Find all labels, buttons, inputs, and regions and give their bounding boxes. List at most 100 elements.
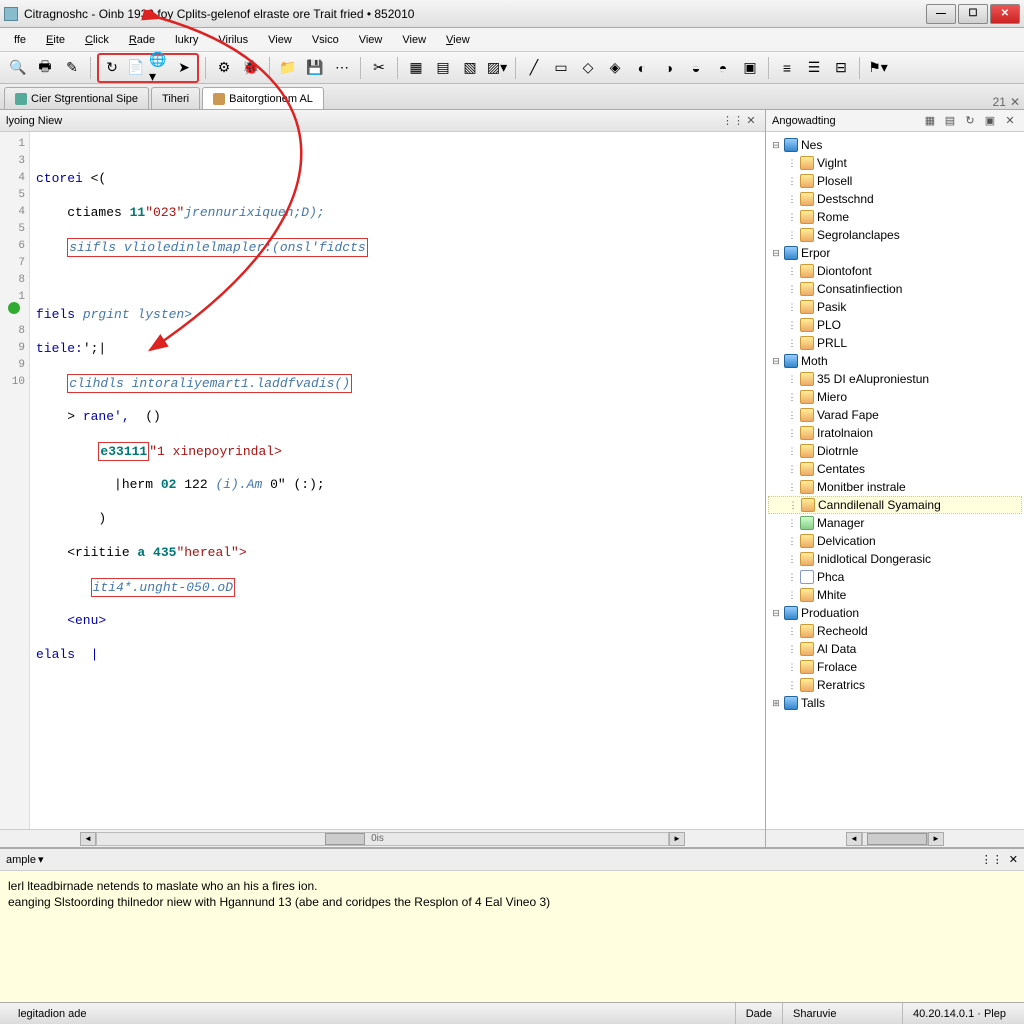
code-editor[interactable]: 134545678189910 ctorei <( ctiames 11"023… [0, 132, 765, 829]
tree-toggle-icon[interactable]: ⋮ [786, 409, 798, 421]
scroll-thumb[interactable] [867, 833, 927, 845]
side-btn2-icon[interactable]: ▤ [942, 113, 958, 129]
menu-file[interactable]: Eite [36, 31, 75, 49]
tree-toggle-icon[interactable]: ⋮ [786, 553, 798, 565]
menu-vsico[interactable]: Vsico [302, 31, 349, 49]
tree-item[interactable]: ⋮Diotrnle [768, 442, 1022, 460]
grid-icon[interactable]: ▧ [458, 56, 482, 80]
tree-toggle-icon[interactable]: ⋮ [786, 193, 798, 205]
tab-cier[interactable]: Cier Stgrentional Sipe [4, 87, 149, 109]
go-icon[interactable]: ➤ [172, 56, 196, 80]
code-content[interactable]: ctorei <( ctiames 11"023"jrennurixiquen;… [30, 132, 765, 829]
menu-ffe[interactable]: ffe [4, 31, 36, 49]
tree-item[interactable]: ⋮Destschnd [768, 190, 1022, 208]
copy-icon[interactable]: 📄 [124, 56, 148, 80]
gear-icon[interactable]: ⚙ [212, 56, 236, 80]
tree-item[interactable]: ⋮Iratolnaion [768, 424, 1022, 442]
shape6-icon[interactable]: ◓ [711, 56, 735, 80]
align1-icon[interactable]: ≡ [775, 56, 799, 80]
tree-item[interactable]: ⋮Diontofont [768, 262, 1022, 280]
tree-toggle-icon[interactable]: ⋮ [786, 319, 798, 331]
scroll-track[interactable] [862, 832, 928, 846]
tree-item[interactable]: ⊞Talls [768, 694, 1022, 712]
tree-toggle-icon[interactable]: ⋮ [786, 229, 798, 241]
tree-item[interactable]: ⋮Monitber instrale [768, 478, 1022, 496]
save-icon[interactable]: 💾 [303, 56, 327, 80]
tree-toggle-icon[interactable]: ⊟ [770, 139, 782, 151]
tree-toggle-icon[interactable]: ⊟ [770, 607, 782, 619]
tree-item[interactable]: ⋮PLO [768, 316, 1022, 334]
tree-item[interactable]: ⋮Canndilenall Syamaing [768, 496, 1022, 514]
output-close-icon[interactable]: ✕ [1009, 853, 1018, 866]
menu-virilus[interactable]: Virilus [208, 31, 258, 49]
minimize-button[interactable]: — [926, 4, 956, 24]
scroll-right-icon[interactable]: ► [928, 832, 944, 846]
shape1-icon[interactable]: ◇ [576, 56, 600, 80]
output-tab[interactable]: ample [6, 854, 36, 866]
scroll-track[interactable]: 0is [96, 832, 669, 846]
tree-toggle-icon[interactable]: ⋮ [786, 373, 798, 385]
side-scrollbar[interactable]: ◄ ► [766, 829, 1024, 847]
tree-item[interactable]: ⋮Frolace [768, 658, 1022, 676]
refresh-icon[interactable]: ↻ [100, 56, 124, 80]
menu-view4[interactable]: View [436, 31, 480, 49]
close-button[interactable]: ✕ [990, 4, 1020, 24]
tree-toggle-icon[interactable]: ⋮ [786, 517, 798, 529]
tab-close-icon[interactable]: ✕ [1010, 95, 1020, 109]
tree-toggle-icon[interactable]: ⋮ [786, 427, 798, 439]
tree-item[interactable]: ⋮Varad Fape [768, 406, 1022, 424]
menu-lukry[interactable]: lukry [165, 31, 208, 49]
tree-item[interactable]: ⋮PRLL [768, 334, 1022, 352]
menu-rade[interactable]: Rade [119, 31, 165, 49]
align3-icon[interactable]: ⊟ [829, 56, 853, 80]
world-icon[interactable]: 🌐▾ [148, 56, 172, 80]
tree-item[interactable]: ⋮Miero [768, 388, 1022, 406]
menu-click[interactable]: Click [75, 31, 119, 49]
tree-toggle-icon[interactable]: ⋮ [786, 391, 798, 403]
tree-item[interactable]: ⊟Erpor [768, 244, 1022, 262]
more-icon[interactable]: ⋯ [330, 56, 354, 80]
tree-toggle-icon[interactable]: ⋮ [786, 301, 798, 313]
cut-icon[interactable]: ✂ [367, 56, 391, 80]
tree-toggle-icon[interactable]: ⋮ [786, 463, 798, 475]
grid2-icon[interactable]: ▨▾ [485, 56, 509, 80]
align2-icon[interactable]: ☰ [802, 56, 826, 80]
tree-toggle-icon[interactable]: ⋮ [786, 589, 798, 601]
side-close-icon[interactable]: ✕ [1002, 113, 1018, 129]
shape4-icon[interactable]: ◑ [657, 56, 681, 80]
shape7-icon[interactable]: ▣ [738, 56, 762, 80]
output-options-icon[interactable]: ⋮⋮ [981, 853, 1003, 866]
folder-icon[interactable]: 📁 [276, 56, 300, 80]
scroll-left-icon[interactable]: ◄ [80, 832, 96, 846]
tree-toggle-icon[interactable]: ⋮ [786, 481, 798, 493]
tree-toggle-icon[interactable]: ⋮ [786, 265, 798, 277]
scroll-right-icon[interactable]: ► [669, 832, 685, 846]
tree-item[interactable]: ⋮Al Data [768, 640, 1022, 658]
side-btn3-icon[interactable]: ↻ [962, 113, 978, 129]
tree-toggle-icon[interactable]: ⋮ [786, 643, 798, 655]
tree-toggle-icon[interactable]: ⋮ [786, 571, 798, 583]
tree-item[interactable]: ⋮35 DI eAluproniestun [768, 370, 1022, 388]
tab-baitorgtionem[interactable]: Baitorgtionem AL [202, 87, 324, 109]
shape5-icon[interactable]: ◒ [684, 56, 708, 80]
tree-item[interactable]: ⋮Consatinfiection [768, 280, 1022, 298]
tree-item[interactable]: ⋮Mhite [768, 586, 1022, 604]
tree-toggle-icon[interactable]: ⋮ [786, 175, 798, 187]
tree-item[interactable]: ⊟Produation [768, 604, 1022, 622]
pen-icon[interactable]: ✎ [60, 56, 84, 80]
maximize-button[interactable]: ☐ [958, 4, 988, 24]
pane-close-icon[interactable]: ✕ [743, 113, 759, 129]
tree-toggle-icon[interactable]: ⋮ [787, 499, 799, 511]
line-icon[interactable]: ╱ [522, 56, 546, 80]
tree-item[interactable]: ⋮Centates [768, 460, 1022, 478]
tree-toggle-icon[interactable]: ⋮ [786, 337, 798, 349]
tree-toggle-icon[interactable]: ⋮ [786, 211, 798, 223]
tree-item[interactable]: ⋮Delvication [768, 532, 1022, 550]
menu-view1[interactable]: View [258, 31, 302, 49]
tree-item[interactable]: ⋮Pasik [768, 298, 1022, 316]
tree-item[interactable]: ⋮Viglnt [768, 154, 1022, 172]
flag-icon[interactable]: ⚑▾ [866, 56, 890, 80]
menu-view3[interactable]: View [392, 31, 436, 49]
tree-toggle-icon[interactable]: ⊟ [770, 355, 782, 367]
tree-toggle-icon[interactable]: ⊟ [770, 247, 782, 259]
